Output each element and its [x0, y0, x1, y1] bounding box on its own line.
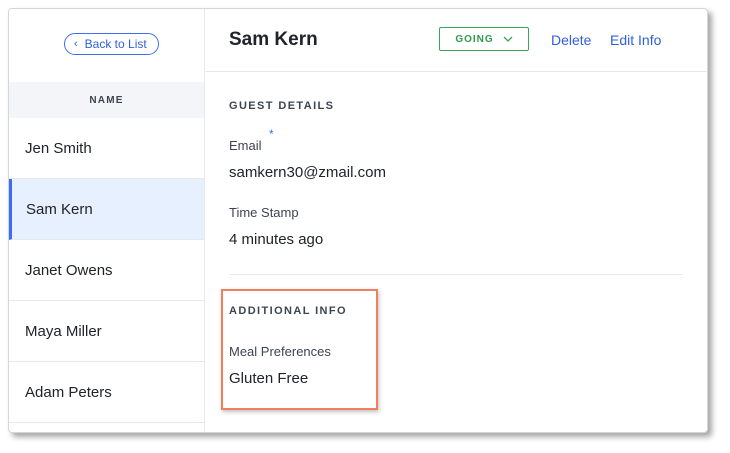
- email-label: Email: [229, 138, 262, 153]
- guest-list-sidebar: ‹ Back to List NAME Jen Smith Sam Kern J…: [9, 9, 205, 432]
- email-value: samkern30@zmail.com: [229, 164, 386, 181]
- detail-header: Sam Kern GOING Delete Edit Info: [205, 9, 707, 72]
- back-to-list-button[interactable]: ‹ Back to List: [64, 33, 159, 55]
- rsvp-status-value: GOING: [455, 33, 494, 45]
- required-marker: *: [269, 127, 274, 141]
- delete-button[interactable]: Delete: [551, 32, 591, 48]
- guest-name-title: Sam Kern: [229, 29, 318, 50]
- chevron-down-icon: [503, 36, 513, 42]
- guest-detail-panel: Sam Kern GOING Delete Edit Info GUEST DE…: [205, 9, 707, 432]
- guest-list-item-sam-kern[interactable]: Sam Kern: [9, 179, 204, 240]
- timestamp-label: Time Stamp: [229, 205, 299, 220]
- guest-list-item-adam-peters[interactable]: Adam Peters: [9, 362, 204, 423]
- section-divider: [229, 274, 683, 275]
- guest-list-item-maya-miller[interactable]: Maya Miller: [9, 301, 204, 362]
- back-to-list-label: Back to List: [84, 37, 147, 51]
- timestamp-value: 4 minutes ago: [229, 231, 324, 248]
- chevron-left-icon: ‹: [74, 37, 78, 50]
- meal-preferences-label: Meal Preferences: [229, 344, 331, 359]
- meal-preferences-value: Gluten Free: [229, 370, 309, 387]
- edit-info-button[interactable]: Edit Info: [610, 32, 661, 48]
- guest-details-heading: GUEST DETAILS: [229, 100, 335, 112]
- additional-info-heading: ADDITIONAL INFO: [229, 305, 347, 317]
- guest-list-item-janet-owens[interactable]: Janet Owens: [9, 240, 204, 301]
- guest-list: Jen Smith Sam Kern Janet Owens Maya Mill…: [9, 118, 204, 423]
- guest-list-item-jen-smith[interactable]: Jen Smith: [9, 118, 204, 179]
- app-window: ‹ Back to List NAME Jen Smith Sam Kern J…: [8, 8, 708, 433]
- rsvp-status-dropdown[interactable]: GOING: [439, 27, 529, 51]
- name-column-header[interactable]: NAME: [9, 82, 204, 118]
